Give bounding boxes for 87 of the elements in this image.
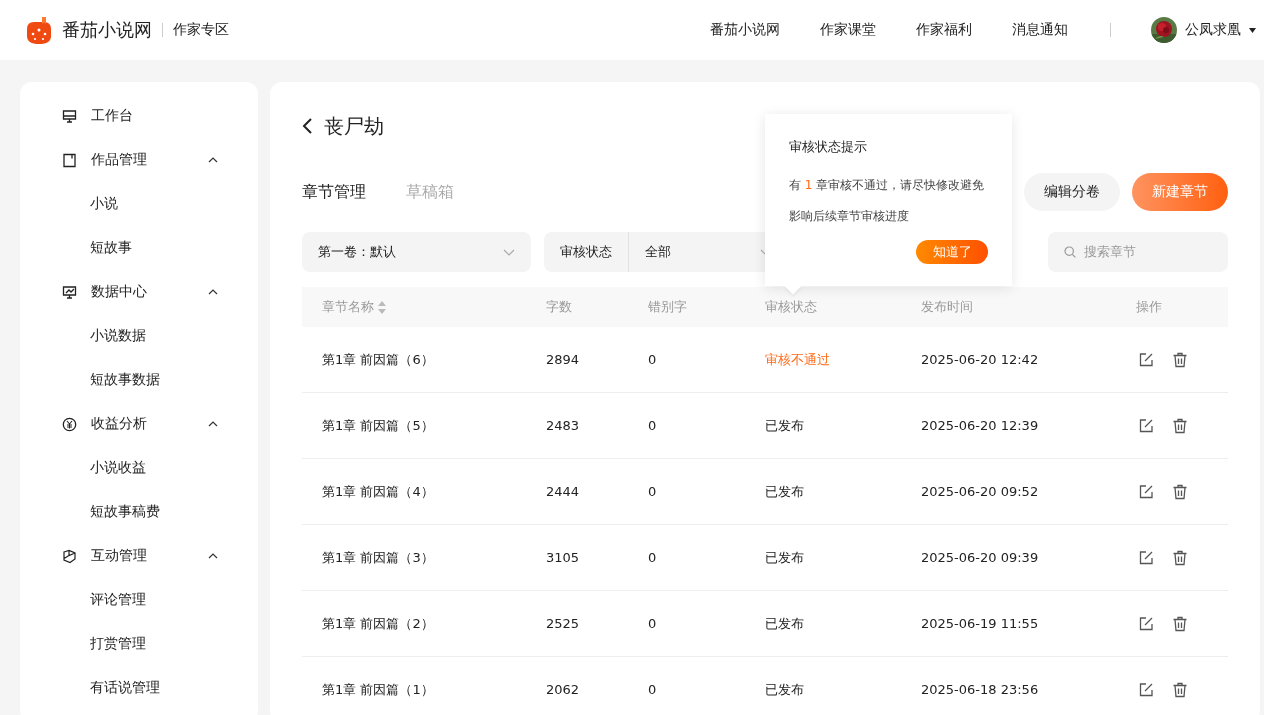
column-header: 审核状态: [765, 298, 817, 316]
publish-time: 2025-06-20 09:39: [921, 550, 1040, 565]
user-name[interactable]: 公凤求凰: [1185, 21, 1241, 39]
chevron-up-icon[interactable]: [208, 553, 218, 559]
word-count: 3105: [546, 550, 581, 565]
column-header: 错别字: [648, 298, 687, 316]
sidebar-item[interactable]: 作品管理: [20, 138, 258, 182]
typo-count: 0: [648, 550, 658, 565]
typo-count: 0: [648, 484, 658, 499]
typo-count: 0: [648, 418, 658, 433]
cube-icon: [62, 548, 77, 564]
nav-link[interactable]: 作家课堂: [820, 21, 876, 39]
review-status: 已发布: [765, 416, 805, 435]
sidebar-subitem[interactable]: 小说收益: [20, 446, 258, 490]
chevron-up-icon[interactable]: [208, 421, 218, 427]
word-count: 2525: [546, 616, 581, 631]
edit-icon[interactable]: [1138, 483, 1154, 500]
nav-link[interactable]: 作家福利: [916, 21, 972, 39]
publish-time: 2025-06-20 09:52: [921, 484, 1040, 499]
sidebar-item[interactable]: 数据中心: [20, 270, 258, 314]
edit-volume-button[interactable]: 编辑分卷: [1024, 173, 1120, 211]
sidebar-subitem[interactable]: 打赏管理: [20, 622, 258, 666]
nav-link[interactable]: 番茄小说网: [710, 21, 780, 39]
sidebar-subitem[interactable]: 短故事稿费: [20, 490, 258, 534]
publish-time: 2025-06-19 11:55: [921, 616, 1040, 631]
word-count: 2062: [546, 682, 581, 697]
column-header: 字数: [546, 298, 572, 316]
trash-icon[interactable]: [1172, 549, 1188, 566]
monitor-icon: [62, 108, 77, 124]
tooltip-title: 审核状态提示: [789, 138, 868, 156]
sidebar-subitem[interactable]: 评论管理: [20, 578, 258, 622]
search-icon: [1064, 246, 1076, 258]
book-icon: [62, 152, 77, 168]
edit-icon[interactable]: [1138, 681, 1154, 698]
column-header: 操作: [1136, 298, 1162, 316]
sidebar-item[interactable]: 互动管理: [20, 534, 258, 578]
review-status: 已发布: [765, 680, 805, 699]
trash-icon[interactable]: [1172, 615, 1188, 632]
chapter-name: 第1章 前因篇（4）: [322, 482, 435, 501]
column-header: 发布时间: [921, 298, 973, 316]
tomato-logo-icon: [24, 15, 54, 45]
review-status: 审核不通过: [765, 350, 831, 369]
sidebar-subitem[interactable]: 小说数据: [20, 314, 258, 358]
publish-time: 2025-06-20 12:39: [921, 418, 1040, 433]
edit-icon[interactable]: [1138, 351, 1154, 368]
tooltip-message: 有 1 章审核不通过，请尽快修改避免影响后续章节审核进度: [789, 177, 986, 225]
typo-count: 0: [648, 616, 658, 631]
typo-count: 0: [648, 682, 658, 697]
sidebar-subitem[interactable]: 小说: [20, 182, 258, 226]
chevron-up-icon[interactable]: [208, 157, 218, 163]
review-status: 已发布: [765, 548, 805, 567]
publish-time: 2025-06-20 12:42: [921, 352, 1040, 367]
chart-monitor-icon: [62, 284, 77, 300]
sidebar-item[interactable]: 收益分析: [20, 402, 258, 446]
chapter-name: 第1章 前因篇（3）: [322, 548, 435, 567]
chapter-name: 第1章 前因篇（6）: [322, 350, 435, 369]
edit-icon[interactable]: [1138, 417, 1154, 434]
review-status: 已发布: [765, 614, 805, 633]
trash-icon[interactable]: [1172, 351, 1188, 368]
word-count: 2483: [546, 418, 581, 433]
sidebar-subitem[interactable]: 有话说管理: [20, 666, 258, 710]
caret-icon[interactable]: [1249, 27, 1256, 33]
nav-link[interactable]: 消息通知: [1012, 21, 1068, 39]
tab[interactable]: 章节管理: [302, 181, 366, 203]
volume-select[interactable]: 第一卷：默认: [302, 232, 531, 272]
chapter-name: 第1章 前因篇（2）: [322, 614, 435, 633]
yen-coin-icon: [62, 416, 77, 432]
sidebar-subitem[interactable]: 短故事数据: [20, 358, 258, 402]
chapter-name: 第1章 前因篇（1）: [322, 680, 435, 699]
trash-icon[interactable]: [1172, 483, 1188, 500]
chapter-name: 第1章 前因篇（5）: [322, 416, 435, 435]
back-icon[interactable]: [302, 117, 314, 135]
typo-count: 0: [648, 352, 658, 367]
chevron-up-icon[interactable]: [208, 289, 218, 295]
trash-icon[interactable]: [1172, 681, 1188, 698]
sidebar-subitem[interactable]: 短故事: [20, 226, 258, 270]
edit-icon[interactable]: [1138, 549, 1154, 566]
site-name[interactable]: 番茄小说网: [62, 18, 152, 42]
trash-icon[interactable]: [1172, 417, 1188, 434]
publish-time: 2025-06-18 23:56: [921, 682, 1040, 697]
book-title: 丧尸劫: [324, 112, 384, 140]
edit-icon[interactable]: [1138, 615, 1154, 632]
review-status: 已发布: [765, 482, 805, 501]
section-name: 作家专区: [173, 21, 229, 39]
sidebar-item[interactable]: 工作台: [20, 94, 258, 138]
word-count: 2444: [546, 484, 581, 499]
word-count: 2894: [546, 352, 581, 367]
